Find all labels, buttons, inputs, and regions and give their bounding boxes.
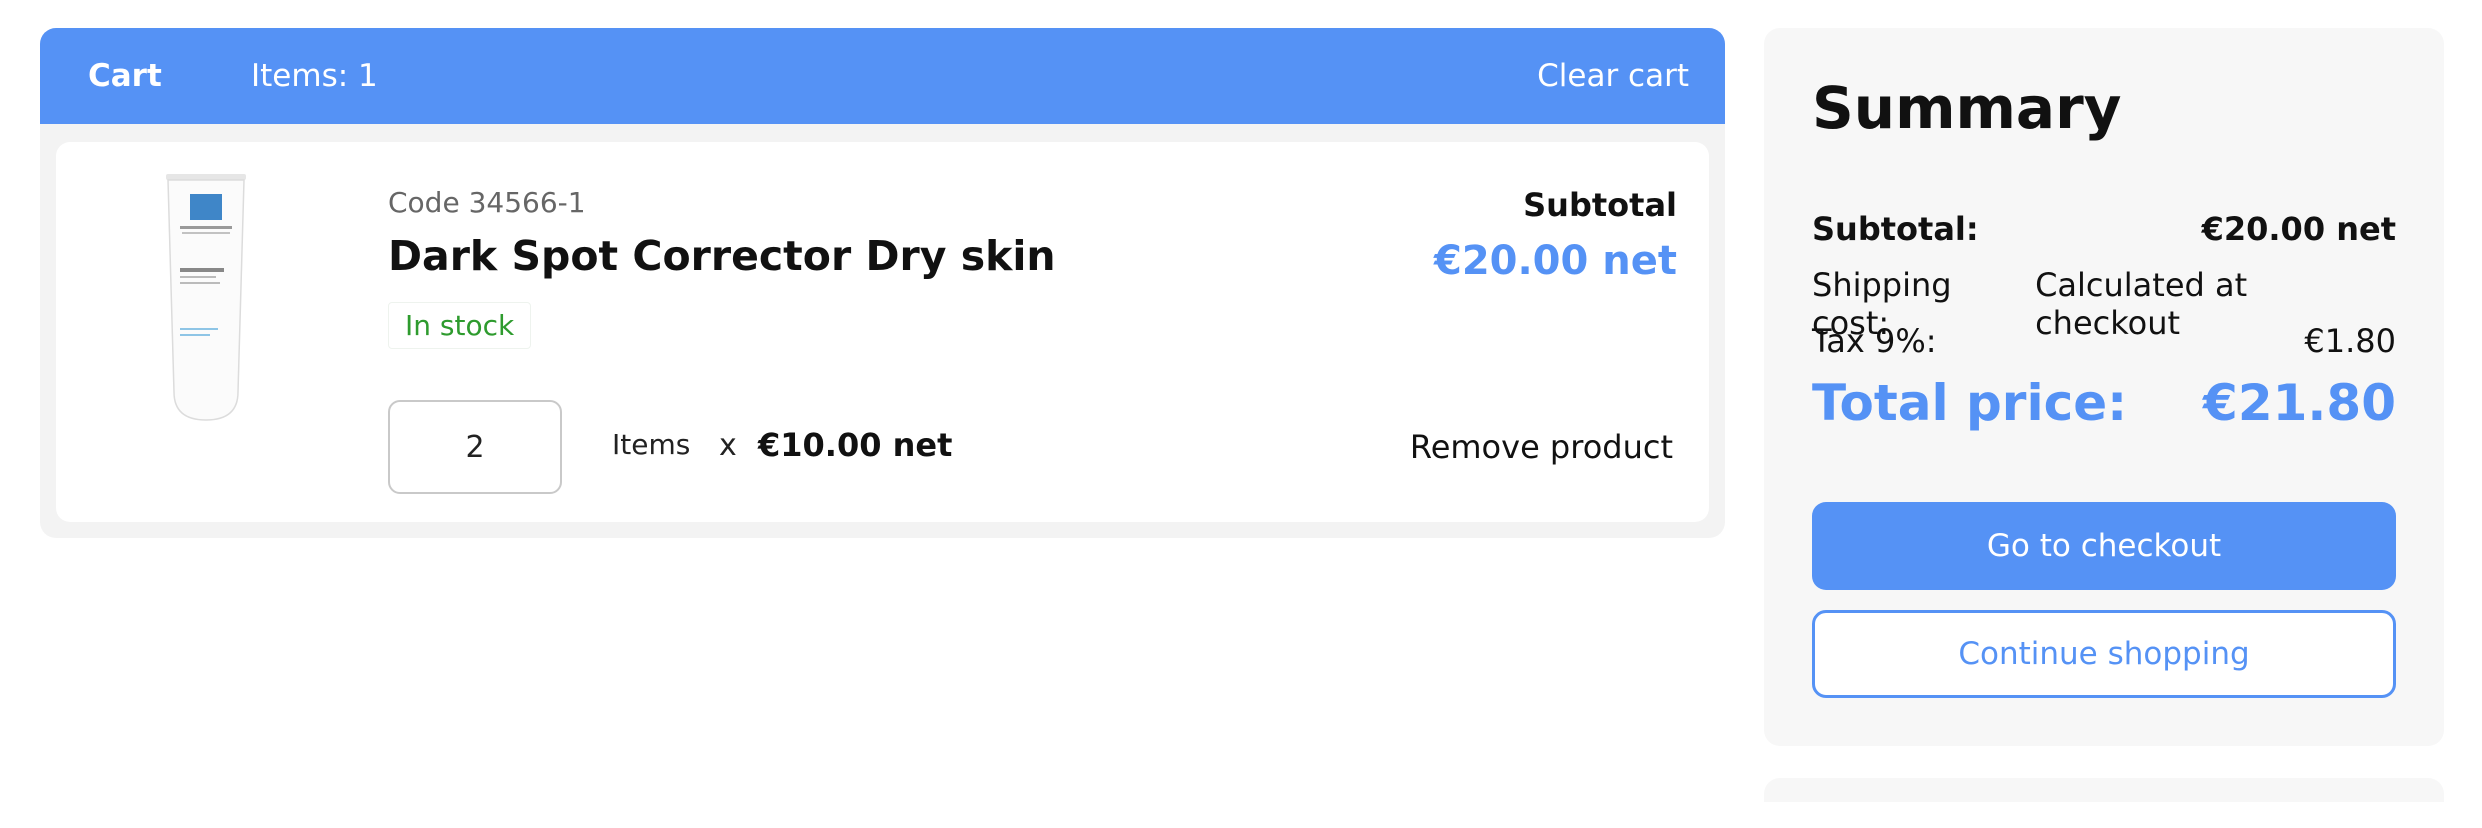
total-label: Total price:	[1812, 374, 2128, 432]
tax-label: Tax 9%:	[1812, 322, 1937, 360]
continue-shopping-button[interactable]: Continue shopping	[1812, 610, 2396, 698]
product-tube-icon	[166, 174, 246, 421]
cart-panel: Cart Items: 1 Clear cart Code 34566-1 Da…	[40, 28, 1725, 538]
item-subtotal-value: €20.00 net	[1433, 238, 1677, 284]
product-name[interactable]: Dark Spot Corrector Dry skin	[388, 232, 1056, 280]
summary-total-row: Total price: €21.80	[1812, 374, 2396, 432]
remove-product-button[interactable]: Remove product	[1410, 428, 1673, 466]
multiply-sign: x	[719, 428, 737, 463]
quantity-label: Items	[612, 428, 691, 461]
quantity-input[interactable]	[388, 400, 562, 494]
summary-panel: Summary Subtotal: €20.00 net Shipping co…	[1764, 28, 2444, 746]
item-subtotal-label: Subtotal	[1523, 186, 1677, 224]
summary-tax-row: Tax 9%: €1.80	[1812, 322, 2396, 360]
cart-item: Code 34566-1 Dark Spot Corrector Dry ski…	[56, 142, 1709, 522]
clear-cart-button[interactable]: Clear cart	[1537, 58, 1689, 94]
summary-panel-next	[1764, 778, 2444, 802]
summary-subtotal-value: €20.00 net	[2201, 210, 2396, 248]
summary-subtotal-row: Subtotal: €20.00 net	[1812, 210, 2396, 248]
summary-title: Summary	[1812, 74, 2122, 142]
summary-subtotal-label: Subtotal:	[1812, 210, 1979, 248]
unit-price: €10.00 net	[758, 426, 953, 464]
total-value: €21.80	[2203, 374, 2396, 432]
stock-badge: In stock	[388, 302, 532, 349]
cart-header: Cart Items: 1 Clear cart	[40, 28, 1725, 124]
product-code: Code 34566-1	[388, 186, 586, 219]
checkout-button[interactable]: Go to checkout	[1812, 502, 2396, 590]
cart-items-count: Items: 1	[251, 58, 378, 94]
cart-title: Cart	[88, 58, 162, 94]
tax-value: €1.80	[2304, 322, 2396, 360]
